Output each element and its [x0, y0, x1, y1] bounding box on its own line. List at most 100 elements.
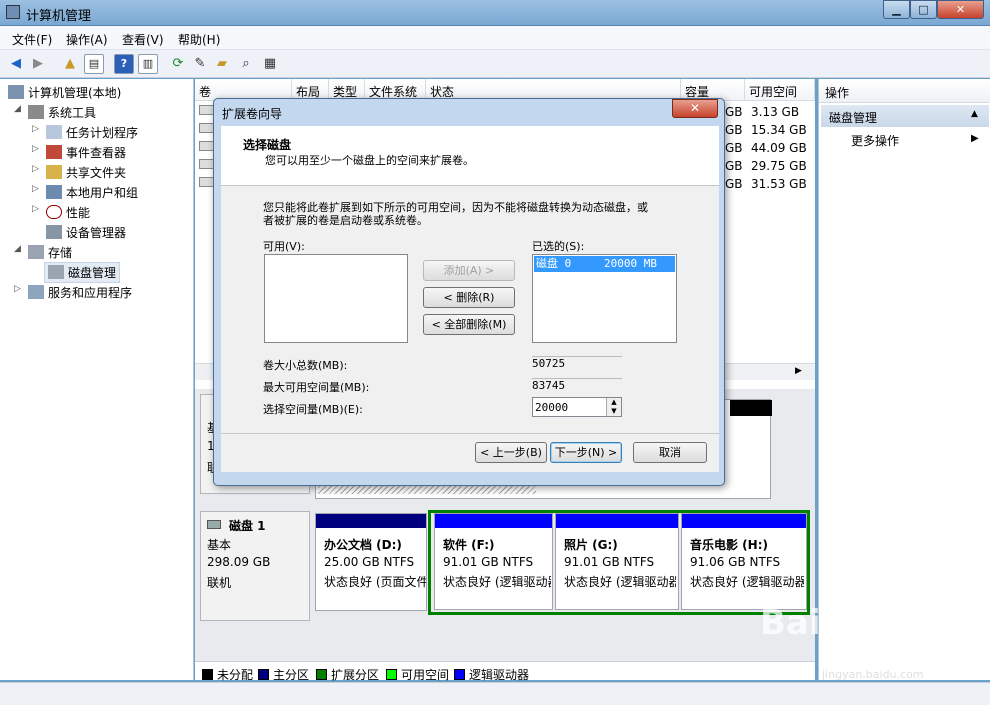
task-scheduler-icon [46, 125, 62, 139]
forward-arrow-icon[interactable]: ▶ [28, 54, 48, 74]
expanded-arrow-icon[interactable]: ◢ [14, 244, 21, 254]
divider [221, 433, 719, 434]
tree-item-label: 事件查看器 [66, 146, 127, 160]
up-folder-icon[interactable]: ▲ [60, 54, 80, 74]
performance-icon [46, 205, 62, 219]
legend-swatch [386, 669, 397, 680]
navigation-tree: 计算机管理(本地) ◢ 系统工具 ▷ 任务计划程序 ▷ 事件查看器 ▷ 共享文件夹 ▷ 本… [0, 79, 194, 680]
tree-item-storage[interactable]: ◢ 存储 [14, 244, 72, 261]
collapsed-arrow-icon[interactable]: ▷ [32, 184, 39, 194]
remove-button[interactable]: < 删除(R) [423, 287, 515, 308]
more-actions-item[interactable]: 更多操作 [851, 132, 899, 149]
free-space-cell: 44.09 GB [751, 141, 807, 155]
primary-partition-bar [316, 514, 426, 528]
tree-item-disk-management[interactable]: 磁盘管理 [44, 262, 121, 283]
maximize-button[interactable]: □ [910, 0, 937, 19]
menu-help[interactable]: 帮助(H) [178, 31, 220, 48]
add-button[interactable]: 添加(A) > [423, 260, 515, 281]
tree-item-shared-folders[interactable]: ▷ 共享文件夹 [32, 164, 126, 181]
extend-volume-wizard-dialog: 扩展卷向导 ✕ 选择磁盘 您可以用至少一个磁盘上的空间来扩展卷。 您只能将此卷扩… [213, 98, 725, 486]
legend-free: 可用空间 [386, 666, 449, 683]
partition-f[interactable]: 软件 (F:) 91.01 GB NTFS 状态良好 (逻辑驱动器 [434, 513, 553, 610]
computer-management-icon [6, 5, 20, 19]
tree-item-event-viewer[interactable]: ▷ 事件查看器 [32, 144, 127, 161]
partition-size: 91.06 GB NTFS [690, 555, 781, 569]
tree-item-label: 磁盘管理 [68, 266, 117, 280]
disk-properties-icon[interactable]: ▦ [260, 54, 280, 74]
expanded-arrow-icon[interactable]: ◢ [14, 104, 21, 114]
collapsed-arrow-icon[interactable]: ▷ [14, 284, 21, 294]
collapsed-arrow-icon[interactable]: ▷ [32, 124, 39, 134]
back-arrow-icon[interactable]: ◀ [6, 54, 26, 74]
collapsed-arrow-icon[interactable]: ▷ [32, 164, 39, 174]
open-folder-icon[interactable]: ▰ [212, 54, 232, 74]
properties-pane-icon[interactable]: ▥ [138, 54, 158, 74]
close-button[interactable]: ✕ [937, 0, 984, 19]
actions-header: 操作 [819, 79, 990, 103]
available-list[interactable] [264, 254, 408, 343]
free-space-cell: 3.13 GB [751, 105, 800, 119]
tree-item-system-tools[interactable]: ◢ 系统工具 [14, 104, 96, 121]
partition-name: 软件 (F:) [443, 538, 495, 552]
legend-unallocated: 未分配 [202, 666, 253, 683]
collapse-arrow-icon[interactable]: ▲ [971, 109, 978, 119]
partition-g[interactable]: 照片 (G:) 91.01 GB NTFS 状态良好 (逻辑驱动器 [555, 513, 679, 610]
cancel-button[interactable]: 取消 [633, 442, 707, 463]
free-space-cell: 31.53 GB [751, 177, 807, 191]
selected-disk-item[interactable]: 磁盘 0 20000 MB [534, 256, 675, 272]
next-button[interactable]: 下一步(N) > [550, 442, 622, 463]
partition-status: 状态良好 (逻辑驱动器 [564, 575, 676, 589]
legend-extended: 扩展分区 [316, 666, 379, 683]
show-hide-tree-icon[interactable]: ▤ [84, 54, 104, 74]
actions-pane: 操作 磁盘管理 ▲ 更多操作 ▶ [818, 79, 990, 680]
storage-icon [28, 245, 44, 259]
menu-file[interactable]: 文件(F) [12, 31, 52, 48]
tree-item-label: 本地用户和组 [66, 186, 139, 200]
disk-icon [48, 265, 64, 279]
watermark-text: Baidu经验 [760, 603, 938, 643]
tree-item-label: 服务和应用程序 [48, 286, 133, 300]
menu-action[interactable]: 操作(A) [66, 31, 108, 48]
capacity-cell: GB [725, 177, 743, 191]
properties-icon[interactable]: ✎ [190, 54, 210, 74]
selected-disk-name: 磁盘 0 [536, 257, 572, 270]
selected-list[interactable]: 磁盘 0 20000 MB [532, 254, 677, 343]
watermark-url: jingyan.baidu.com [822, 668, 924, 681]
remove-all-button[interactable]: < 全部删除(M) [423, 314, 515, 335]
collapsed-arrow-icon[interactable]: ▷ [32, 204, 39, 214]
dialog-heading: 选择磁盘 [243, 138, 292, 152]
scroll-right-arrow-icon[interactable]: ▶ [795, 366, 802, 376]
dialog-title: 扩展卷向导 [222, 107, 283, 121]
actions-section-disk-management[interactable]: 磁盘管理 ▲ [821, 105, 989, 127]
tree-item-performance[interactable]: ▷ 性能 [32, 204, 90, 221]
tree-item-local-users[interactable]: ▷ 本地用户和组 [32, 184, 139, 201]
refresh-icon[interactable]: ⟳ [168, 54, 188, 74]
dialog-close-button[interactable]: ✕ [672, 99, 718, 118]
partition-status: 状态良好 (逻辑驱动器 [690, 575, 804, 589]
shared-folder-icon [46, 165, 62, 179]
collapsed-arrow-icon[interactable]: ▷ [32, 144, 39, 154]
legend-swatch [316, 669, 327, 680]
partition-d[interactable]: 办公文档 (D:) 25.00 GB NTFS 状态良好 (页面文件 [315, 513, 427, 611]
menu-view[interactable]: 查看(V) [122, 31, 164, 48]
minimize-button[interactable]: ▁ [883, 0, 910, 19]
tree-item-device-manager[interactable]: 设备管理器 [46, 224, 126, 241]
capacity-cell: GB [725, 141, 743, 155]
tree-item-root[interactable]: 计算机管理(本地) [8, 84, 121, 101]
legend-swatch [202, 669, 213, 680]
tree-item-services-apps[interactable]: ▷ 服务和应用程序 [14, 284, 133, 301]
tree-item-task-scheduler[interactable]: ▷ 任务计划程序 [32, 124, 138, 141]
spin-down-icon[interactable]: ▼ [606, 407, 621, 416]
partition-name: 办公文档 (D:) [324, 538, 402, 552]
column-header-free-space[interactable]: 可用空间 [745, 79, 815, 101]
select-space-input[interactable]: 20000 ▲ ▼ [532, 397, 622, 417]
disk1-label[interactable]: 磁盘 1 基本 298.09 GB 联机 [200, 511, 310, 621]
back-button[interactable]: < 上一步(B) [475, 442, 547, 463]
disk1-name: 磁盘 1 [229, 519, 266, 533]
title-bar: 计算机管理 ▁ □ ✕ [0, 0, 990, 26]
search-icon[interactable]: ⌕ [236, 54, 256, 74]
help-icon[interactable]: ? [114, 54, 134, 74]
capacity-cell: GB [725, 123, 743, 137]
spin-up-icon[interactable]: ▲ [606, 398, 621, 407]
legend-swatch [454, 669, 465, 680]
